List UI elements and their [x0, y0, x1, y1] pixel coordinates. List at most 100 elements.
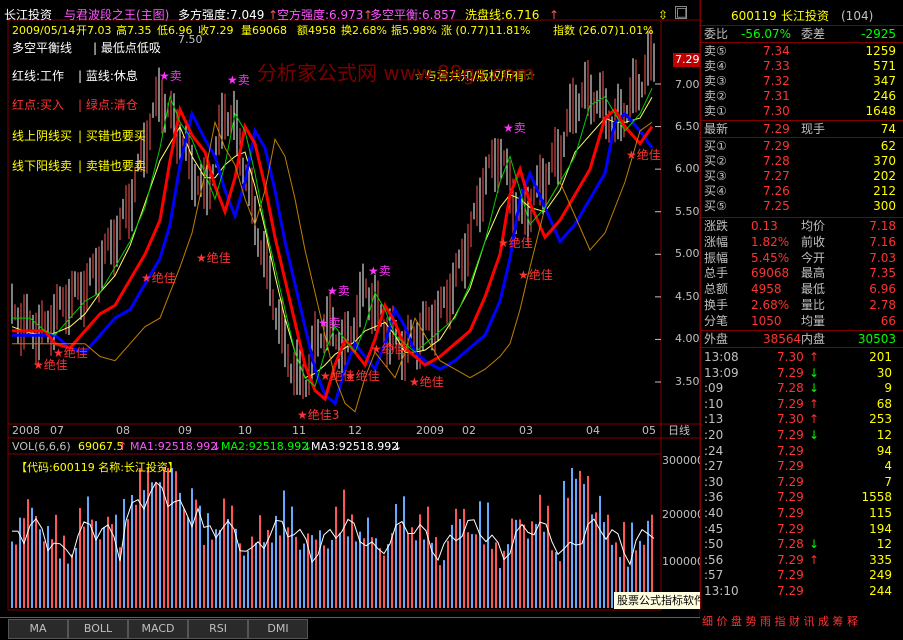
kline-chart-area[interactable]: 长江投资 与君波段之王(主图) 多方强度:7.049 ↑ 空方强度:6.973 … — [0, 0, 700, 617]
stat-label: 涨跌 — [704, 219, 729, 233]
tick-time: :40 — [704, 506, 724, 520]
tab-ma[interactable]: MA — [8, 619, 68, 639]
tick-volume: 12 — [876, 428, 892, 442]
price-tick: 4.00 — [675, 332, 700, 345]
stat-value: 7.03 — [869, 250, 896, 265]
ma-line-red — [12, 104, 654, 402]
order-ratio-row: 委比 -56.07% 委差 -2925 — [701, 27, 903, 42]
stat-label: 均量 — [801, 313, 826, 328]
stat-label: 最低 — [801, 282, 826, 297]
tab-rsi[interactable]: RSI — [188, 619, 248, 639]
last-label: 最新 — [704, 122, 729, 136]
wash-line-value: 洗盘线:6.716 — [465, 8, 540, 22]
wb-label: 委比 — [704, 27, 729, 41]
info-close: 收7.29 — [198, 24, 234, 37]
ma-line-blue — [12, 109, 654, 406]
stat-row: 分笔 1050 均量 66 — [701, 314, 903, 329]
tick-volume: 1558 — [861, 490, 892, 505]
tick-row: :24 7.29 94 — [701, 444, 903, 459]
ask-row: 卖② 7.31 246 — [701, 89, 903, 104]
tick-price: 7.29 — [777, 490, 804, 505]
tick-volume: 12 — [876, 537, 892, 552]
stock-code: 600119 — [731, 9, 777, 23]
tick-time: 13:08 — [704, 350, 739, 364]
ask-row: 卖⑤ 7.34 1259 — [701, 44, 903, 59]
balance-value: 多空平衡:6.857 — [370, 8, 457, 22]
kline-chart-canvas[interactable] — [0, 0, 700, 617]
tick-row: :40 7.29 115 — [701, 506, 903, 521]
outer-value: 38564 — [763, 332, 802, 346]
tick-time: :36 — [704, 490, 724, 505]
outer-label: 外盘 — [704, 332, 729, 346]
tab-dmi[interactable]: DMI — [248, 619, 308, 639]
time-tick: 03 — [519, 424, 533, 437]
stat-label: 今开 — [801, 250, 826, 265]
stat-value: 7.35 — [869, 266, 896, 281]
legend-low-point: | 最低点低吸 — [93, 41, 161, 55]
info-amplitude: 振5.98% — [391, 24, 437, 37]
stat-value: 69068 — [751, 266, 790, 281]
stat-value: 6.96 — [869, 282, 896, 297]
tick-row: 13:08 7.30 ↑ 201 — [701, 350, 903, 365]
inner-label: 内盘 — [801, 332, 826, 346]
bid-volume: 300 — [873, 199, 896, 213]
time-tick: 08 — [116, 424, 130, 437]
tick-arrow: ↑ — [809, 552, 820, 567]
info-amount: 额4958 — [297, 24, 336, 37]
tick-row: :56 7.29 ↑ 335 — [701, 553, 903, 568]
stat-row: 振幅 5.45% 今开 7.03 — [701, 251, 903, 266]
stock-code-label: 【代码:600119 名称:长江投资】 — [16, 461, 179, 474]
stat-value: 2.68% — [751, 298, 790, 312]
tick-price: 7.29 — [777, 584, 804, 598]
footer-nav[interactable]: 细 价 盘 势 雨 指 财 讯 成 筹 释 — [702, 615, 858, 629]
stat-value: 1050 — [751, 313, 782, 328]
balance-arrow: ↑ — [363, 8, 374, 22]
bull-strength: 多方强度:7.049 — [178, 8, 265, 22]
tick-time: 13:10 — [704, 584, 739, 598]
stock-name: 长江投资 — [781, 9, 830, 23]
tick-time: 13:09 — [704, 365, 739, 380]
tick-price: 7.29 — [777, 552, 804, 567]
bid-volume: 370 — [873, 154, 896, 168]
tick-time: :09 — [704, 381, 724, 396]
price-tick: 6.00 — [675, 162, 700, 175]
stat-label: 最高 — [801, 266, 826, 281]
tick-volume: 94 — [876, 443, 892, 458]
bid-row: 买② 7.28 370 — [701, 154, 903, 169]
time-tick: 11 — [292, 424, 306, 437]
stat-row: 换手 2.68% 量比 2.78 — [701, 298, 903, 313]
wc-value: -2925 — [861, 27, 896, 41]
window-toggle-icon[interactable]: □ — [675, 6, 687, 19]
info-change: 涨 (0.77)11.81% — [441, 24, 531, 37]
legend-balance-line: 多空平衡线 — [12, 41, 73, 55]
time-tick: 07 — [50, 424, 64, 437]
tab-macd[interactable]: MACD — [128, 619, 188, 639]
vol-ma3-arrow: ↓ — [393, 440, 403, 453]
legend-red-point: 红点:买入 — [12, 98, 65, 112]
wb-value: -56.07% — [741, 27, 792, 41]
ask-volume: 347 — [873, 74, 896, 88]
legend-blue-line: | 蓝线:休息 — [78, 69, 138, 83]
tick-price: 7.29 — [777, 459, 804, 474]
stat-value: 5.45% — [751, 250, 790, 265]
tick-price: 7.28 — [777, 381, 804, 396]
stock-title: 长江投资 — [4, 8, 53, 22]
price-tick: 5.00 — [675, 247, 700, 260]
vol-ma1: MA1:92518.992 — [130, 440, 218, 453]
collapse-icon[interactable]: ⇳ — [658, 8, 668, 22]
tick-volume: 30 — [876, 365, 892, 380]
tick-volume: 335 — [869, 552, 892, 567]
wash-arrow: ↑ — [549, 8, 560, 22]
tick-arrow: ↑ — [809, 412, 820, 427]
tick-price: 7.29 — [777, 474, 804, 489]
ask-row: 卖③ 7.32 347 — [701, 74, 903, 89]
bid-price: 7.26 — [763, 184, 790, 198]
tab-boll[interactable]: BOLL — [68, 619, 128, 639]
tick-volume: 249 — [869, 568, 892, 583]
period-label[interactable]: 日线 — [668, 424, 690, 438]
info-volume: 量69068 — [241, 24, 287, 37]
bid-label: 买③ — [704, 169, 727, 183]
stat-row: 总额 4958 最低 6.96 — [701, 282, 903, 297]
stat-label: 分笔 — [704, 313, 729, 328]
outer-inner-row: 外盘 38564 内盘 30503 — [701, 332, 903, 347]
